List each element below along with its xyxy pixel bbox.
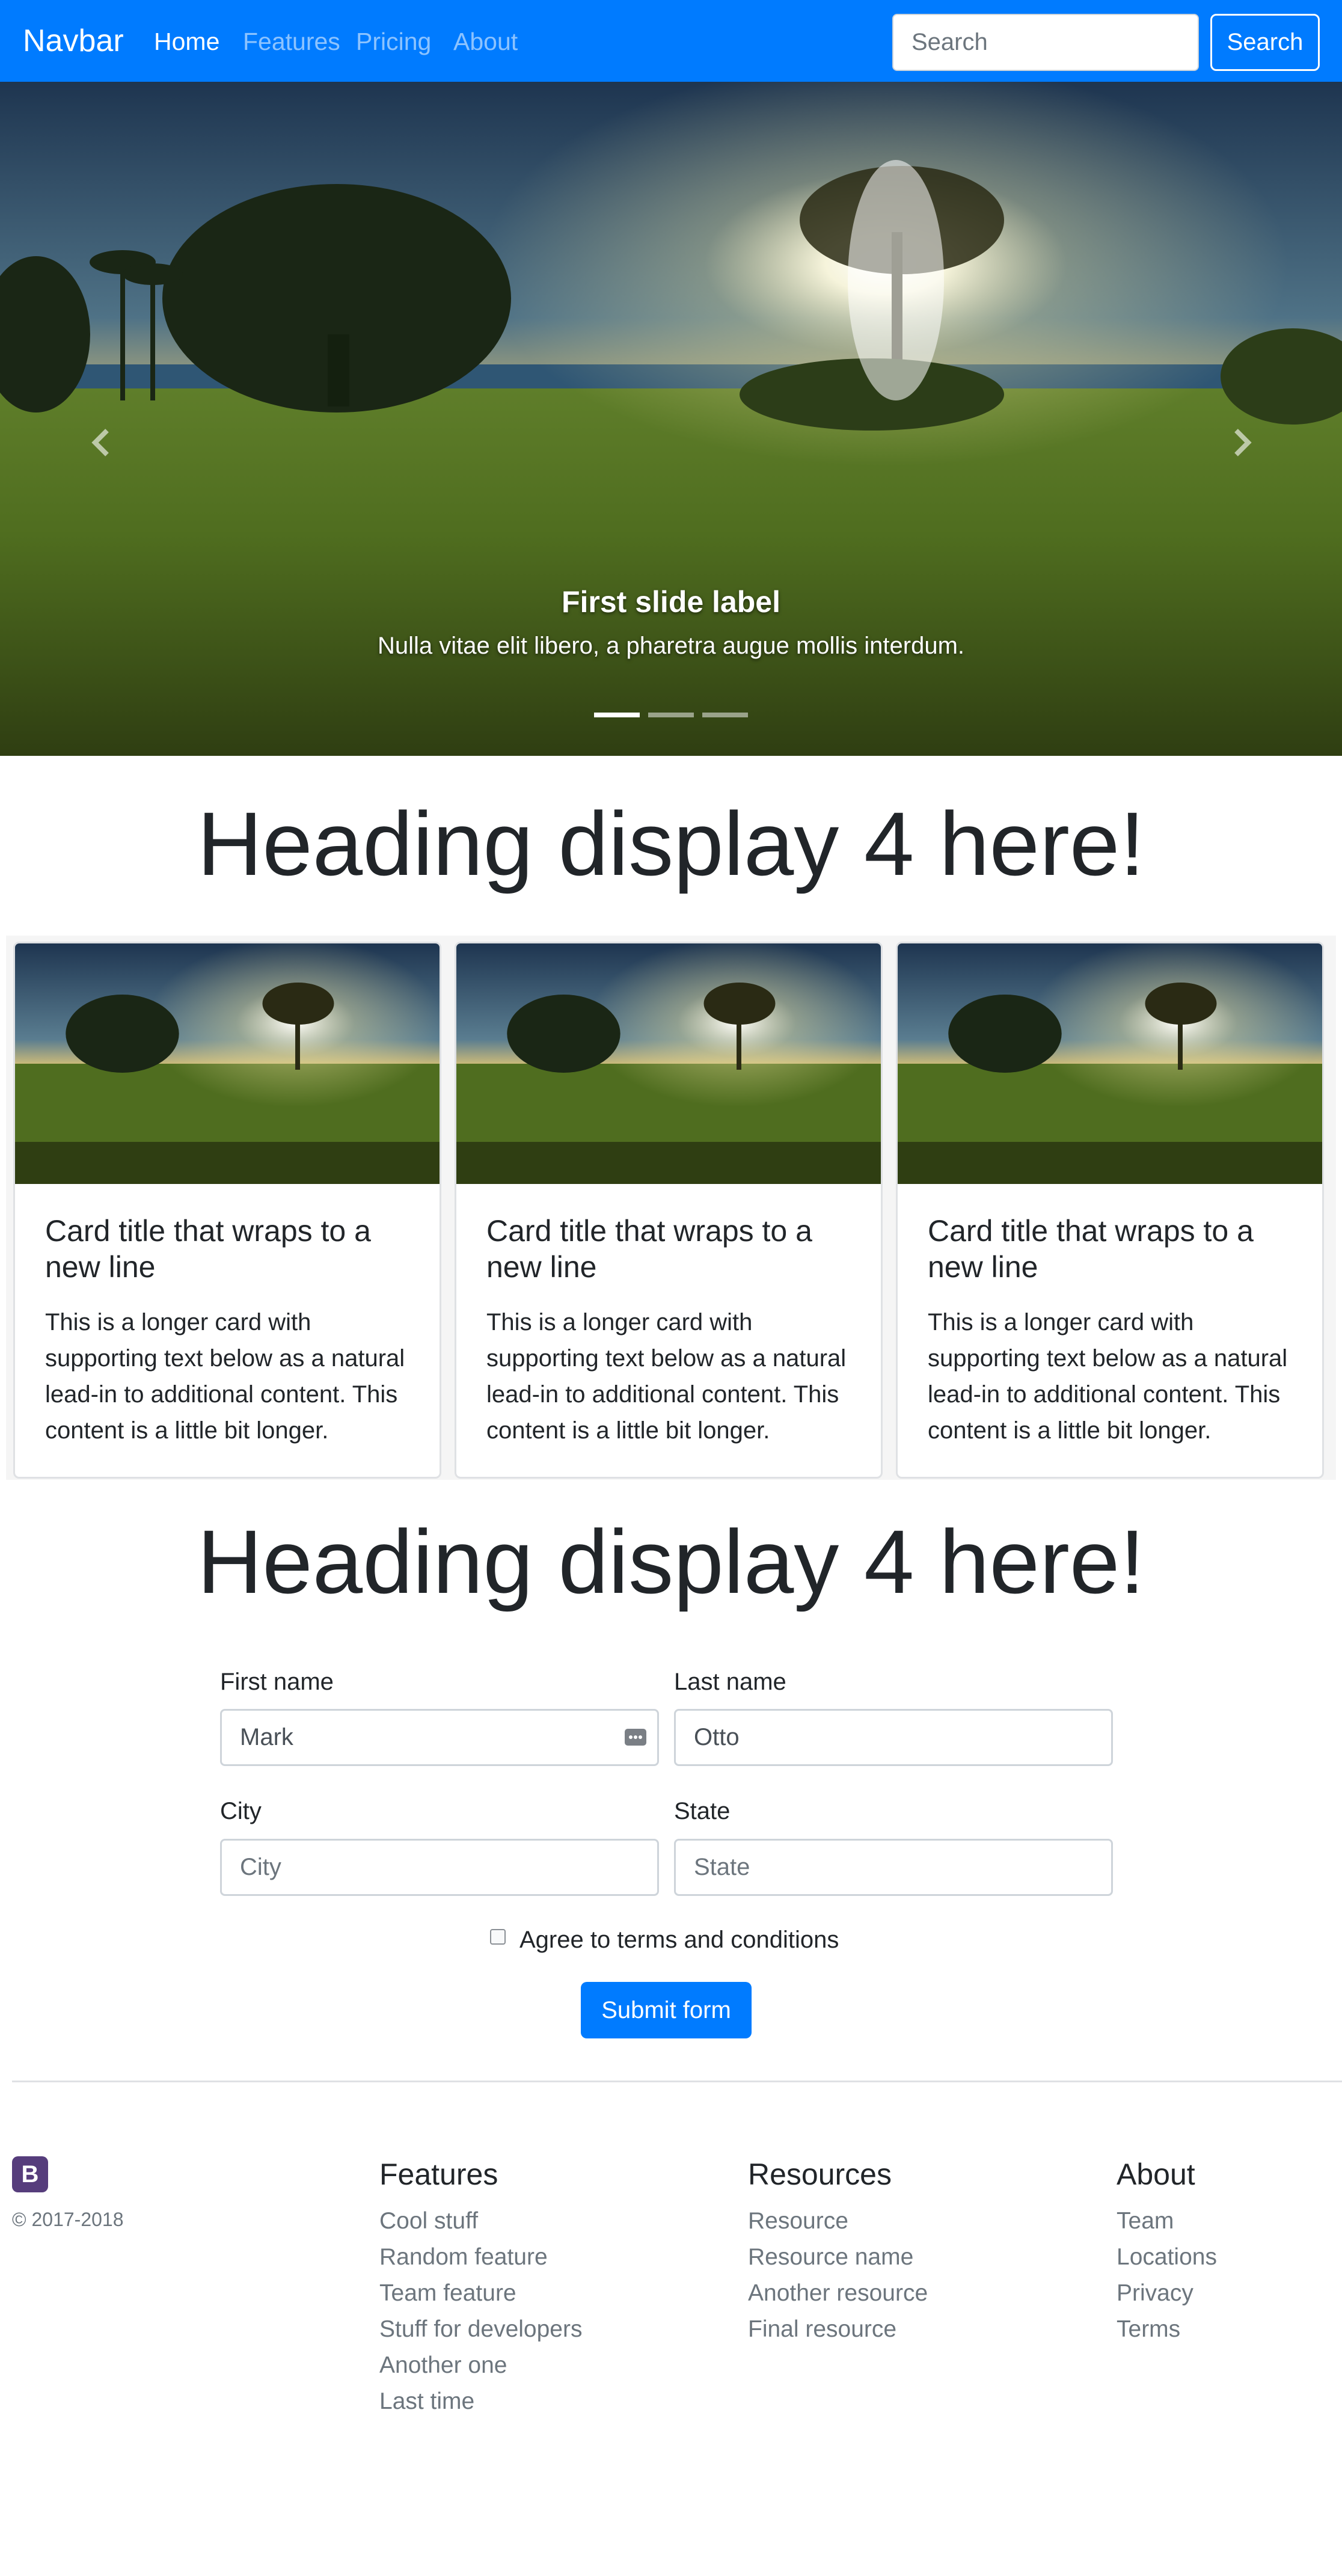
nav-link-home[interactable]: Home [154, 26, 219, 57]
carousel-indicator[interactable] [594, 713, 640, 717]
first-name-field[interactable] [220, 1709, 659, 1766]
footer-link[interactable]: Resource [748, 2203, 1049, 2239]
card-image [15, 943, 440, 1184]
footer-link[interactable]: Another one [379, 2348, 680, 2384]
search-input[interactable] [892, 14, 1199, 71]
carousel: First slide label Nulla vitae elit liber… [0, 82, 1342, 756]
navbar: Navbar Home Features Pricing About Searc… [0, 0, 1342, 82]
footer-heading: Resources [748, 2157, 892, 2191]
nav-link-features[interactable]: Features [243, 26, 340, 57]
chevron-right-icon[interactable] [1218, 419, 1266, 467]
navbar-brand[interactable]: Navbar [23, 23, 124, 59]
city-label: City [220, 1798, 262, 1824]
carousel-indicators [0, 713, 1342, 717]
footer-divider [12, 2081, 1342, 2082]
footer-link[interactable]: Random feature [379, 2239, 680, 2275]
card-title: Card title that wraps to a new line [486, 1214, 812, 1284]
footer-column-about: About Team Locations Privacy Terms [1117, 2156, 1342, 2348]
footer-link[interactable]: Another resource [748, 2275, 1049, 2311]
section-heading: Heading display 4 here! [197, 1511, 1145, 1612]
search-button[interactable]: Search [1210, 14, 1320, 71]
agree-label[interactable]: Agree to terms and conditions [519, 1925, 839, 1955]
card-text: This is a longer card with supporting te… [486, 1309, 847, 1444]
autofill-icon[interactable] [624, 1725, 648, 1749]
card-text: This is a longer card with supporting te… [928, 1309, 1288, 1444]
footer-link[interactable]: Final resource [748, 2311, 1049, 2348]
footer-link[interactable]: Cool stuff [379, 2203, 680, 2239]
footer-link[interactable]: Last time [379, 2384, 680, 2420]
footer-link[interactable]: Resource name [748, 2239, 1049, 2275]
footer-link[interactable]: Privacy [1117, 2275, 1342, 2311]
last-name-field[interactable] [674, 1709, 1113, 1766]
card: Card title that wraps to a new line This… [13, 942, 441, 1479]
first-name-label: First name [220, 1669, 334, 1695]
nav-link-pricing[interactable]: Pricing [356, 26, 431, 57]
footer-link[interactable]: Team [1117, 2203, 1342, 2239]
section-heading: Heading display 4 here! [197, 793, 1145, 894]
carousel-caption-title: First slide label [561, 585, 780, 619]
submit-form-button[interactable]: Submit form [581, 1982, 752, 2038]
agree-checkbox[interactable] [490, 1929, 506, 1945]
state-field[interactable] [674, 1839, 1113, 1896]
card-text: This is a longer card with supporting te… [45, 1309, 405, 1444]
state-label: State [674, 1798, 731, 1824]
chevron-left-icon[interactable] [77, 419, 125, 467]
card-image [456, 943, 881, 1184]
footer-link[interactable]: Terms [1117, 2311, 1342, 2348]
footer-column-resources: Resources Resource Resource name Another… [748, 2156, 1049, 2348]
bootstrap-logo-icon: B [12, 2156, 48, 2192]
card-image [898, 943, 1322, 1184]
carousel-indicator[interactable] [702, 713, 748, 717]
card: Card title that wraps to a new line This… [455, 942, 883, 1479]
last-name-label: Last name [674, 1669, 786, 1695]
footer-column-features: Features Cool stuff Random feature Team … [379, 2156, 680, 2420]
card-title: Card title that wraps to a new line [45, 1214, 371, 1284]
card: Card title that wraps to a new line This… [896, 942, 1324, 1479]
carousel-indicator[interactable] [648, 713, 694, 717]
nav-link-about[interactable]: About [453, 26, 518, 57]
footer-link[interactable]: Locations [1117, 2239, 1342, 2275]
footer-heading: Features [379, 2157, 498, 2191]
footer-heading: About [1117, 2157, 1195, 2191]
footer-link[interactable]: Team feature [379, 2275, 680, 2311]
footer-copyright: © 2017-2018 [12, 2209, 124, 2230]
city-field[interactable] [220, 1839, 659, 1896]
card-title: Card title that wraps to a new line [928, 1214, 1254, 1284]
carousel-caption-text: Nulla vitae elit libero, a pharetra augu… [377, 633, 965, 659]
footer-link[interactable]: Stuff for developers [379, 2311, 680, 2348]
